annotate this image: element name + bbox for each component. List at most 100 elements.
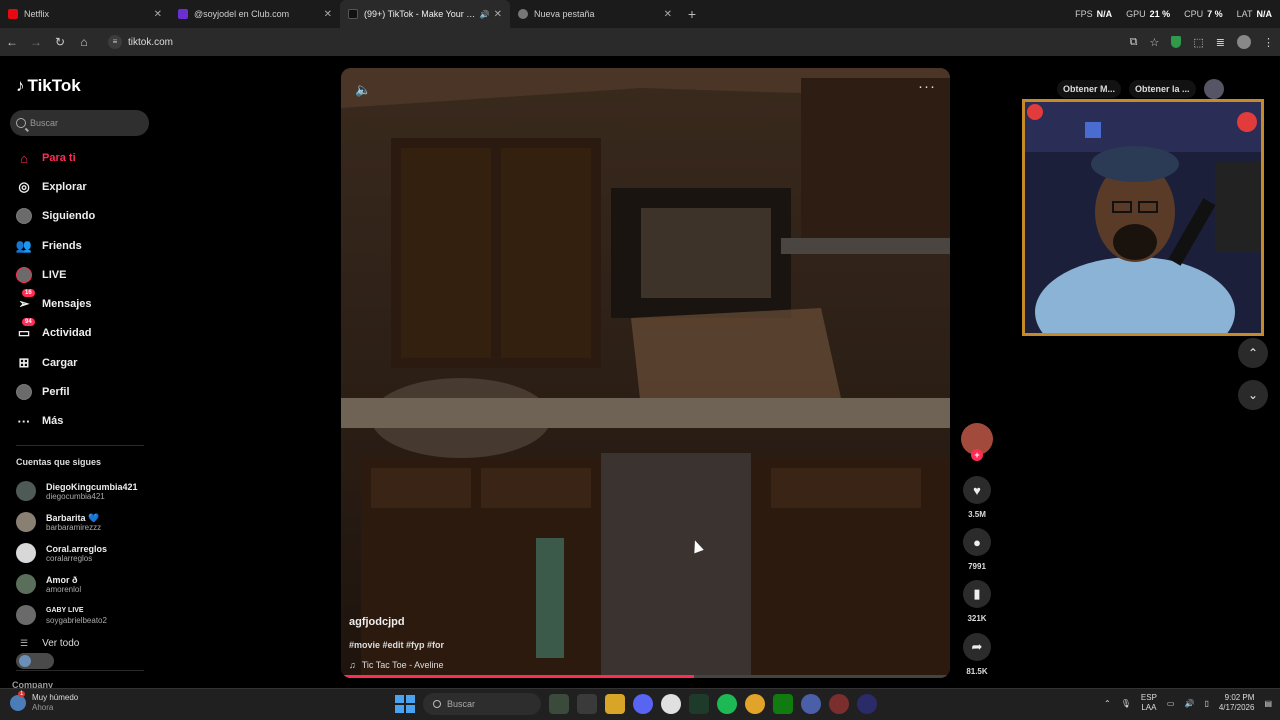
compass-icon: ◎ [18, 179, 30, 194]
get-app-button-2[interactable]: Obtener la ... [1129, 80, 1196, 98]
sidebar-item-mensajes[interactable]: ➢ 16 Mensajes [16, 289, 92, 315]
bookmark-star-icon[interactable]: ☆ [1150, 36, 1160, 49]
tray-chevron-icon[interactable]: ⌃ [1104, 699, 1111, 708]
spotify-icon[interactable] [717, 694, 737, 714]
sidebar-item-label: Explorar [42, 181, 87, 193]
progress-fill [341, 675, 695, 678]
sidebar-item-actividad[interactable]: ▭ 94 Actividad [16, 318, 92, 344]
share-button[interactable]: ➦ 81.5K [963, 633, 991, 676]
list-icon: ☰ [20, 638, 29, 648]
previous-video-button[interactable]: ⌃ [1238, 338, 1268, 368]
see-all-link[interactable]: ☰ Ver todo [20, 638, 79, 649]
tiktok-logo[interactable]: ♪ TikTok [16, 76, 81, 96]
get-app-button[interactable]: Obtener M... [1057, 80, 1122, 98]
search-input[interactable] [30, 118, 140, 128]
new-tab-button[interactable]: + [680, 0, 704, 28]
followed-account[interactable]: GABY LIVE soygabrielbeato2 [16, 603, 107, 627]
close-tab-icon[interactable]: ✕ [324, 9, 332, 20]
battery-icon[interactable]: ▯ [1204, 699, 1208, 708]
follow-plus-icon[interactable]: + [971, 449, 983, 461]
menu-dots-icon[interactable]: ⋮ [1263, 36, 1274, 49]
microphone-icon[interactable]: 🎙 [1121, 699, 1131, 708]
sidebar-item-live[interactable]: LIVE [16, 264, 66, 286]
extensions-icon[interactable]: ⬚ [1193, 36, 1203, 49]
browser-tab-bar: Netflix ✕ @soyjodel en Club.com ✕ (99+) … [0, 0, 1280, 28]
close-tab-icon[interactable]: ✕ [664, 9, 672, 20]
video-progress-bar[interactable] [341, 675, 950, 678]
upload-icon: ⊞ [18, 355, 30, 370]
back-icon[interactable]: ← [0, 35, 24, 49]
start-windows-icon[interactable] [393, 693, 415, 715]
creator-avatar[interactable]: + [961, 423, 993, 461]
sidebar-item-explorar[interactable]: ◎ Explorar [16, 176, 87, 198]
sidebar-item-label: Cargar [42, 357, 78, 369]
tab-new[interactable]: Nueva pestaña ✕ [510, 0, 680, 28]
search-box[interactable] [10, 110, 149, 136]
webcam-image [1025, 102, 1261, 333]
inbox-icon: ▭ 94 [16, 318, 35, 341]
app-icon[interactable] [829, 694, 849, 714]
profile-mini-avatar[interactable] [1203, 79, 1224, 99]
comment-button[interactable]: ● 7991 [963, 528, 991, 571]
sidebar-item-para-ti[interactable]: ⌂ Para ti [16, 147, 76, 169]
sidebar-item-perfil[interactable]: Perfil [16, 381, 70, 403]
url-field[interactable]: ≡ tiktok.com [108, 35, 173, 49]
tab-title: Nueva pestaña [534, 9, 595, 19]
floating-toggle[interactable] [16, 653, 54, 669]
extension-shield-icon[interactable] [1171, 36, 1182, 48]
language-indicator[interactable]: ESP LAA [1141, 693, 1157, 713]
video-hashtags[interactable]: #movie #edit #fyp #for [349, 640, 444, 650]
forward-icon[interactable]: → [24, 35, 48, 49]
tab-title: (99+) TikTok - Make Your Day [364, 9, 476, 19]
file-explorer-icon[interactable] [605, 694, 625, 714]
video-username[interactable]: agfjodcjpd [349, 616, 444, 628]
site-info-icon[interactable]: ≡ [108, 35, 122, 49]
sidebar-item-label: Siguiendo [42, 210, 96, 222]
discord-icon[interactable] [633, 694, 653, 714]
tab-club[interactable]: @soyjodel en Club.com ✕ [170, 0, 340, 28]
next-video-button[interactable]: ⌄ [1238, 380, 1268, 410]
like-button[interactable]: ♥ 3.5M [963, 476, 991, 519]
followed-account[interactable]: Barbarita 💙 barbaramirezzz [16, 510, 101, 534]
followed-account[interactable]: DiegoKingcumbia421 diegocumbia421 [16, 479, 138, 503]
more-options-icon[interactable]: ··· [918, 78, 936, 95]
task-view-icon[interactable] [577, 694, 597, 714]
home-icon[interactable]: ⌂ [72, 35, 96, 49]
sidebar: ♪ TikTok ⌂ Para ti ◎ Explorar Siguiendo … [0, 56, 160, 690]
volume-icon[interactable]: 🔊 [1184, 699, 1194, 708]
sidebar-item-siguiendo[interactable]: Siguiendo [16, 205, 95, 227]
search-icon [16, 118, 26, 128]
chrome-icon[interactable] [745, 694, 765, 714]
tab-tiktok[interactable]: (99+) TikTok - Make Your Day 🔊 ✕ [340, 0, 510, 28]
sidebar-item-cargar[interactable]: ⊞ Cargar [16, 352, 78, 374]
media-controls-icon[interactable]: ≣ [1216, 36, 1225, 49]
like-count: 3.5M [968, 510, 986, 519]
tab-netflix[interactable]: Netflix ✕ [0, 0, 170, 28]
taskbar-search[interactable]: Buscar [423, 693, 541, 715]
xbox-icon[interactable] [773, 694, 793, 714]
profile-avatar[interactable] [1237, 35, 1251, 49]
install-app-icon[interactable]: ⧉ [1130, 36, 1138, 49]
followed-account[interactable]: Coral.arreglos coralarreglos [16, 541, 107, 565]
sidebar-item-friends[interactable]: 👥 Friends [16, 235, 82, 257]
volume-icon[interactable]: 🔈 [355, 82, 371, 98]
network-icon[interactable]: ▭ [1167, 699, 1175, 708]
widget-app-icon[interactable] [549, 694, 569, 714]
followed-account[interactable]: Amor ð amorenlol [16, 572, 81, 596]
close-tab-icon[interactable]: ✕ [494, 9, 502, 20]
terminal-icon[interactable] [689, 694, 709, 714]
reload-icon[interactable]: ↻ [48, 35, 72, 49]
chevron-down-icon: ⌄ [1247, 388, 1259, 402]
notification-icon[interactable]: ▤ [1264, 699, 1272, 708]
video-music[interactable]: ♫ Tic Tac Toe - Aveline [349, 660, 444, 670]
sidebar-item-mas[interactable]: ··· Más [16, 410, 64, 432]
close-tab-icon[interactable]: ✕ [154, 9, 162, 20]
clock[interactable]: 9:02 PM 4/17/2026 [1219, 693, 1255, 713]
weather-widget[interactable]: 1 Muy húmedo Ahora [10, 691, 78, 713]
video-player[interactable]: 🔈 ··· agfjodcjpd #movie #edit #fyp #for … [341, 68, 950, 678]
speaker-icon[interactable]: 🔊 [480, 10, 490, 19]
game-launcher-icon[interactable] [801, 694, 821, 714]
save-button[interactable]: ▮ 321K [963, 580, 991, 623]
obs-icon[interactable] [661, 694, 681, 714]
streaming-app-icon[interactable] [857, 694, 877, 714]
